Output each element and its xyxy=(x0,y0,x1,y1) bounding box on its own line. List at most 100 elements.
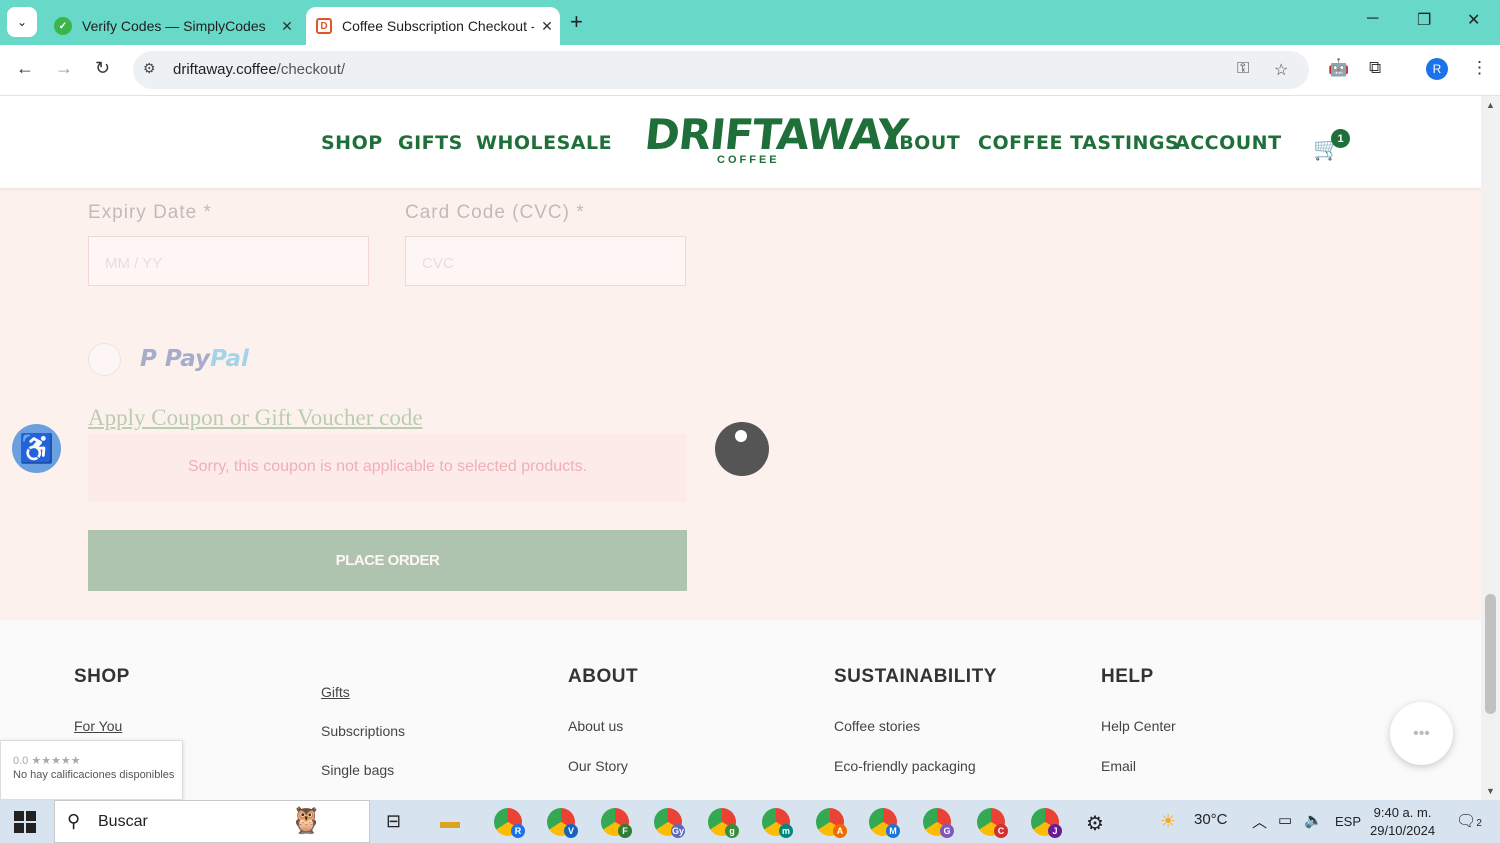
apply-coupon-link[interactable]: Apply Coupon or Gift Voucher code xyxy=(88,405,423,431)
footer-link-help-center[interactable]: Help Center xyxy=(1101,718,1176,734)
taskbar-clock[interactable]: 9:40 a. m. 29/10/2024 xyxy=(1370,804,1435,840)
paypal-radio[interactable] xyxy=(88,343,121,376)
chrome-profile-j-icon[interactable]: J xyxy=(1031,808,1062,838)
extensions-puzzle-icon[interactable]: ⧉ xyxy=(1369,58,1381,78)
taskbar-search-text: Buscar xyxy=(98,813,148,830)
tab-title: Verify Codes — SimplyCodes xyxy=(82,18,266,34)
chrome-profile-r-icon[interactable]: R xyxy=(494,808,525,838)
chat-bubble-icon[interactable]: ••• xyxy=(1390,702,1453,765)
back-arrow-icon[interactable]: ← xyxy=(16,58,34,79)
footer-link-our-story[interactable]: Our Story xyxy=(568,758,628,774)
browser-tab-bar: ⌄ ✓ Verify Codes — SimplyCodes ✕ D Coffe… xyxy=(0,0,1500,45)
chrome-profile-m-icon[interactable]: m xyxy=(762,808,793,838)
nav-coffee-tastings[interactable]: COFFEE TASTINGS xyxy=(978,132,1179,154)
browser-menu-icon[interactable]: ⋮ xyxy=(1471,58,1488,78)
site-settings-icon[interactable]: ⚙ xyxy=(143,60,156,77)
nav-about[interactable]: ABOUT xyxy=(884,132,960,154)
settings-gear-icon[interactable]: ⚙ xyxy=(1086,811,1104,836)
footer-link-coffee-stories[interactable]: Coffee stories xyxy=(834,718,920,734)
reload-icon[interactable]: ↻ xyxy=(95,58,110,79)
chrome-profile-g-icon[interactable]: g xyxy=(708,808,739,838)
task-view-icon[interactable]: ⊟ xyxy=(386,811,401,832)
expiry-label-text: Expiry Date xyxy=(88,202,198,223)
window-close-icon[interactable]: ✕ xyxy=(1467,10,1480,30)
driftaway-logo[interactable]: DRIFTAWAY COFFEE xyxy=(642,110,909,170)
paypal-logo: P PayPal xyxy=(140,346,249,372)
profile-letter: V xyxy=(564,824,578,838)
footer-sustainability-heading: SUSTAINABILITY xyxy=(834,666,997,687)
profile-avatar[interactable]: R xyxy=(1426,58,1448,80)
footer-help-heading: HELP xyxy=(1101,666,1154,687)
profile-letter: A xyxy=(833,824,847,838)
footer-link-email[interactable]: Email xyxy=(1101,758,1136,774)
coupon-error-message: Sorry, this coupon is not applicable to … xyxy=(187,458,588,475)
volume-icon[interactable]: 🔈 xyxy=(1304,811,1323,829)
page-scrollbar[interactable]: ▲ ▼ xyxy=(1481,96,1500,800)
paypal-p-icon: P xyxy=(140,346,157,372)
cvc-input[interactable]: CVC xyxy=(405,236,686,286)
clock-time: 9:40 a. m. xyxy=(1373,805,1432,820)
chrome-profile-gy-icon[interactable]: Gy xyxy=(654,808,685,838)
profile-letter: G xyxy=(940,824,954,838)
taskbar-search[interactable]: ⚲ Buscar 🦉 xyxy=(54,800,370,843)
search-icon: ⚲ xyxy=(67,811,81,831)
scrollbar-thumb[interactable] xyxy=(1485,594,1496,714)
driftaway-favicon-icon: D xyxy=(316,18,332,34)
minimize-icon[interactable]: ─ xyxy=(1367,10,1378,28)
chrome-profile-a-icon[interactable]: A xyxy=(816,808,847,838)
nav-wholesale[interactable]: WHOLESALE xyxy=(476,132,612,154)
rating-score: 0.0 ★★★★★ xyxy=(13,755,81,767)
place-order-button[interactable]: PLACE ORDER xyxy=(88,530,687,591)
paypal-pal-text: Pal xyxy=(210,346,249,372)
address-bar[interactable]: ⚙ driftaway.coffee/checkout/ ⚿ ☆ xyxy=(133,51,1309,89)
scroll-up-icon[interactable]: ▲ xyxy=(1486,100,1495,110)
footer-link-about-us[interactable]: About us xyxy=(568,718,623,734)
profile-letter: m xyxy=(779,824,793,838)
windows-taskbar: ⚲ Buscar 🦉 ⊟ ▬ R V F Gy g m A M G C J ⚙ … xyxy=(0,800,1500,843)
tab-driftaway-checkout[interactable]: D Coffee Subscription Checkout - ✕ xyxy=(306,7,560,45)
expiry-date-label: Expiry Date * xyxy=(88,202,212,224)
footer-link-eco-packaging[interactable]: Eco-friendly packaging xyxy=(834,758,976,774)
profile-letter: g xyxy=(725,824,739,838)
windows-start-icon[interactable] xyxy=(14,811,36,833)
tab-search-chevron-icon[interactable]: ⌄ xyxy=(7,7,37,37)
footer-link-gifts[interactable]: Gifts xyxy=(321,684,350,700)
nav-shop[interactable]: SHOP xyxy=(321,132,383,154)
cvc-label: Card Code (CVC) * xyxy=(405,202,585,224)
expiry-date-input[interactable]: MM / YY xyxy=(88,236,369,286)
restore-icon[interactable]: ❐ xyxy=(1417,10,1431,30)
tab-close-icon[interactable]: ✕ xyxy=(274,18,300,35)
footer-link-for-you[interactable]: For You xyxy=(74,718,122,734)
nav-gifts[interactable]: GIFTS xyxy=(398,132,463,154)
rating-widget[interactable]: 0.0 ★★★★★ No hay calificaciones disponib… xyxy=(0,740,183,800)
tab-title: Coffee Subscription Checkout - xyxy=(342,18,534,34)
tray-chevron-up-icon[interactable]: ︿ xyxy=(1252,811,1267,832)
file-explorer-icon[interactable]: ▬ xyxy=(440,811,460,834)
chrome-profile-g2-icon[interactable]: G xyxy=(923,808,954,838)
profile-letter: C xyxy=(994,824,1008,838)
chrome-profile-m2-icon[interactable]: M xyxy=(869,808,900,838)
notifications-icon[interactable]: 🗨2 xyxy=(1456,811,1482,831)
tab-close-icon[interactable]: ✕ xyxy=(534,18,560,35)
accessibility-icon[interactable]: ♿ xyxy=(12,424,61,473)
chrome-profile-v-icon[interactable]: V xyxy=(547,808,578,838)
nav-account[interactable]: ACCOUNT xyxy=(1175,132,1282,154)
cart-count-badge: 1 xyxy=(1331,129,1350,148)
bookmark-star-icon[interactable]: ☆ xyxy=(1274,60,1288,80)
profile-letter: R xyxy=(511,824,525,838)
tab-simplycodes[interactable]: ✓ Verify Codes — SimplyCodes ✕ xyxy=(44,7,300,45)
new-tab-plus-icon[interactable]: + xyxy=(570,9,583,35)
profile-letter: F xyxy=(618,824,632,838)
logo-subtitle: COFFEE xyxy=(717,154,780,166)
forward-arrow-icon[interactable]: → xyxy=(55,58,73,79)
footer-link-single-bags[interactable]: Single bags xyxy=(321,762,394,778)
language-indicator[interactable]: ESP xyxy=(1335,814,1361,829)
weather-sun-icon[interactable]: ☀ xyxy=(1160,811,1176,832)
chrome-profile-c-icon[interactable]: C xyxy=(977,808,1008,838)
extension-robot-icon[interactable]: 🤖 xyxy=(1328,58,1349,78)
scroll-down-icon[interactable]: ▼ xyxy=(1486,786,1495,796)
battery-icon[interactable]: ▭ xyxy=(1278,811,1292,829)
chrome-profile-f-icon[interactable]: F xyxy=(601,808,632,838)
password-key-icon[interactable]: ⚿ xyxy=(1237,60,1249,78)
footer-link-subscriptions[interactable]: Subscriptions xyxy=(321,723,405,739)
